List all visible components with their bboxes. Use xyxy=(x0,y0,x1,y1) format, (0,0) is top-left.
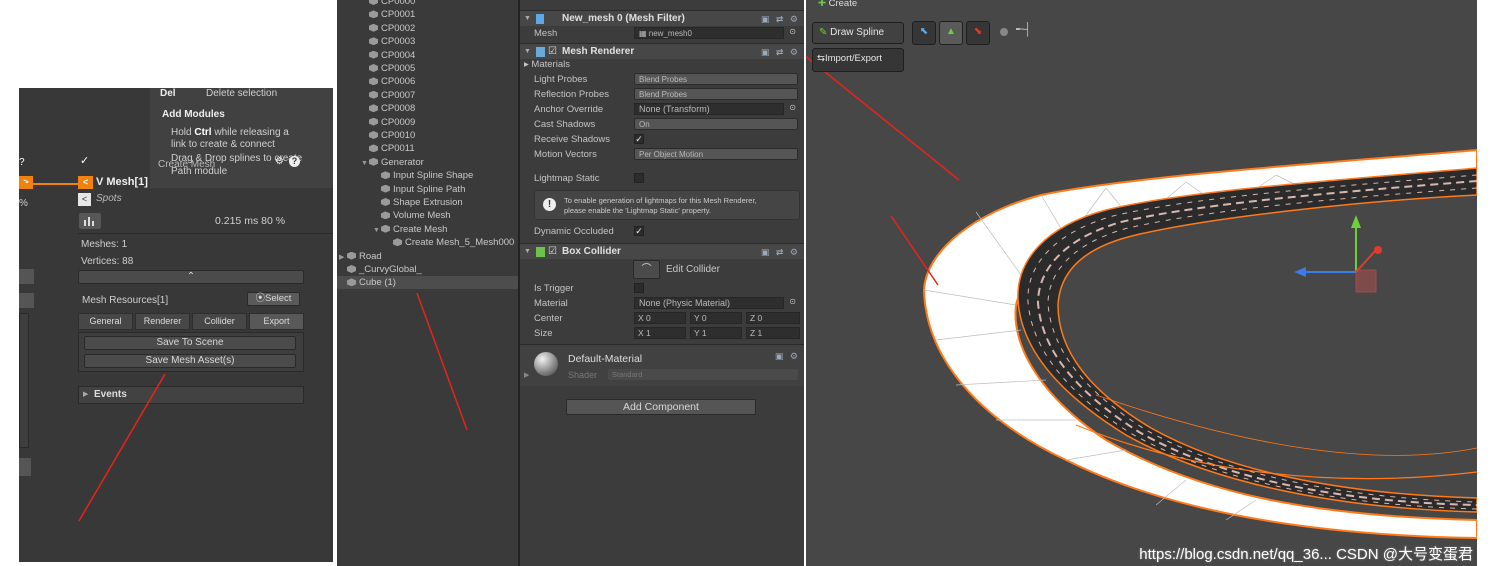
import-export-icon: ⇆ xyxy=(817,53,825,64)
dynamic-occluded-row: Dynamic Occluded ✓ xyxy=(534,225,798,239)
shader-label: Shader xyxy=(568,370,598,380)
import-export-label: Import/Export xyxy=(824,53,882,64)
dynamic-occluded-checkbox[interactable]: ✓ xyxy=(634,226,644,236)
mesh-row: Mesh ▦ new_mesh0 ⊙ xyxy=(534,27,798,41)
material-name: Default-Material xyxy=(568,353,643,365)
inspector-panel: ▼ New_mesh 0 (Mesh Filter) ▣ ⇄ ⚙ Mesh ▦ … xyxy=(518,0,804,566)
mesh-renderer-icon xyxy=(536,47,545,57)
info-icon: ! xyxy=(543,198,556,211)
object-picker-icon[interactable]: ⊙ xyxy=(789,103,796,112)
materials-foldout[interactable]: ▸ Materials xyxy=(524,58,798,72)
materials-text: Materials xyxy=(531,59,570,70)
watermark: https://blog.csdn.net/qq_36... CSDN @大号变… xyxy=(1139,546,1473,563)
is-trigger-label: Is Trigger xyxy=(534,283,574,294)
info-box: ! To enable generation of lightmaps for … xyxy=(534,190,800,220)
box-collider-icon xyxy=(536,247,545,257)
info-line2: please enable the 'Lightmap Static' prop… xyxy=(564,206,711,215)
scene-view: ✚ Create ✎ Draw Spline ⇆Import/Export ⬉ … xyxy=(806,0,1477,566)
plus-icon: ✚ xyxy=(818,0,826,9)
anchor-override-field[interactable]: None (Transform) xyxy=(634,103,784,115)
pencil-icon: ✎ xyxy=(819,27,828,38)
annotation-arrow xyxy=(416,292,468,431)
foldout-arrow-icon: ▼ xyxy=(524,248,531,255)
receive-shadows-label: Receive Shadows xyxy=(534,134,611,145)
is-trigger-checkbox[interactable] xyxy=(634,283,644,293)
size-x-field[interactable]: X 1 xyxy=(634,327,686,339)
light-probes-dropdown[interactable]: Blend Probes xyxy=(634,73,798,85)
motion-vectors-dropdown[interactable]: Per Object Motion xyxy=(634,148,798,160)
dash-pipe-icon: ╾┤ xyxy=(1016,22,1032,36)
center-row: Center X 0 Y 0 Z 0 xyxy=(534,312,800,326)
mesh-label: Mesh xyxy=(534,28,558,39)
curvy-generator-panel: Del Delete selection Add Modules Hold Ct… xyxy=(19,88,333,562)
size-row: Size X 1 Y 1 Z 1 xyxy=(534,327,800,341)
center-y-field[interactable]: Y 0 xyxy=(690,312,742,324)
reflection-probes-dropdown[interactable]: Blend Probes xyxy=(634,88,798,100)
material-preview-sphere xyxy=(534,352,558,376)
object-picker-icon[interactable]: ⊙ xyxy=(789,27,796,36)
hierarchy-panel: CP0000 CP0001 CP0002 CP0003 CP0004 CP0005 CP00… xyxy=(337,0,518,566)
foldout-arrow-icon: ▼ xyxy=(524,15,531,22)
draw-spline-label: Draw Spline xyxy=(830,27,885,38)
motion-vectors-label: Motion Vectors xyxy=(534,149,597,160)
renderer-row: Anchor Override None (Transform) ⊙ xyxy=(534,103,798,117)
component-menu-icons[interactable]: ▣ ⇄ ⚙ xyxy=(761,11,800,27)
box-collider-title: Box Collider xyxy=(562,246,621,257)
edit-collider-icon[interactable]: ⌒ xyxy=(633,260,660,279)
renderer-row: Receive Shadows ✓ xyxy=(534,133,798,147)
tool-insert-cp-icon[interactable]: ▲ xyxy=(939,21,963,45)
light-probes-label: Light Probes xyxy=(534,74,588,85)
cast-shadows-dropdown[interactable]: On xyxy=(634,118,798,130)
renderer-row: Light Probes Blend Probes xyxy=(534,73,798,87)
lightmap-row: Lightmap Static xyxy=(534,172,798,186)
reflection-probes-label: Reflection Probes xyxy=(534,89,609,100)
lightmap-static-label: Lightmap Static xyxy=(534,173,600,184)
center-x-field[interactable]: X 0 xyxy=(634,312,686,324)
renderer-row: Reflection Probes Blend Probes xyxy=(534,88,798,102)
is-trigger-row: Is Trigger xyxy=(534,282,798,296)
center-label: Center xyxy=(534,313,563,324)
component-menu-icons[interactable]: ▣ ⇄ ⚙ xyxy=(761,244,800,260)
foldout-arrow-icon: ▶ xyxy=(524,372,530,379)
box-collider-header[interactable]: ▼ ☑ Box Collider ▣ ⇄ ⚙ xyxy=(520,243,804,259)
enabled-check-icon[interactable]: ☑ xyxy=(548,244,557,260)
materials-label: ▸ Materials xyxy=(524,59,570,70)
renderer-row: Cast Shadows On xyxy=(534,118,798,132)
shader-dropdown[interactable]: Standard xyxy=(608,369,798,380)
size-y-field[interactable]: Y 1 xyxy=(690,327,742,339)
lightmap-static-checkbox[interactable] xyxy=(634,173,644,183)
create-label: Create xyxy=(828,0,858,9)
import-export-button[interactable]: ⇆Import/Export xyxy=(812,48,904,72)
material-label: Material xyxy=(534,298,568,309)
scene-geometry xyxy=(806,55,1477,540)
receive-shadows-checkbox[interactable]: ✓ xyxy=(634,134,644,144)
cast-shadows-label: Cast Shadows xyxy=(534,119,596,130)
tool-delete-cp-icon[interactable]: ⬊ xyxy=(966,21,990,45)
physic-material-field[interactable]: None (Physic Material) xyxy=(634,297,784,309)
tool-add-cp-icon[interactable]: ⬉ xyxy=(912,21,936,45)
draw-spline-button[interactable]: ✎ Draw Spline xyxy=(812,22,904,44)
material-menu-icons[interactable]: ▣ ⚙ xyxy=(775,351,800,362)
mesh-renderer-header[interactable]: ▼ ☑ Mesh Renderer ▣ ⇄ ⚙ xyxy=(520,43,804,59)
dynamic-occluded-label: Dynamic Occluded xyxy=(534,226,614,237)
add-component-button[interactable]: Add Component xyxy=(566,399,756,415)
size-z-field[interactable]: Z 1 xyxy=(746,327,800,339)
create-button[interactable]: ✚ Create xyxy=(818,0,857,9)
size-label: Size xyxy=(534,328,553,339)
anchor-override-label: Anchor Override xyxy=(534,104,604,115)
mesh-value: new_mesh0 xyxy=(648,29,692,38)
center-z-field[interactable]: Z 0 xyxy=(746,312,800,324)
mesh-filter-icon xyxy=(536,14,544,24)
material-row: Material None (Physic Material) ⊙ xyxy=(534,297,798,311)
annotation-arrow xyxy=(78,373,166,522)
object-picker-icon[interactable]: ⊙ xyxy=(789,297,796,306)
dot-icon xyxy=(1000,28,1008,36)
mesh-field[interactable]: ▦ new_mesh0 xyxy=(634,27,784,39)
renderer-row: Motion Vectors Per Object Motion xyxy=(534,148,798,162)
material-section: Default-Material Shader Standard ▣ ⚙ ▶ xyxy=(520,344,804,386)
edit-collider-label: Edit Collider xyxy=(666,264,720,275)
mesh-filter-title: New_mesh 0 (Mesh Filter) xyxy=(562,13,685,24)
mesh-filter-header[interactable]: ▼ New_mesh 0 (Mesh Filter) ▣ ⇄ ⚙ xyxy=(520,10,804,26)
info-line1: To enable generation of lightmaps for th… xyxy=(564,196,757,205)
